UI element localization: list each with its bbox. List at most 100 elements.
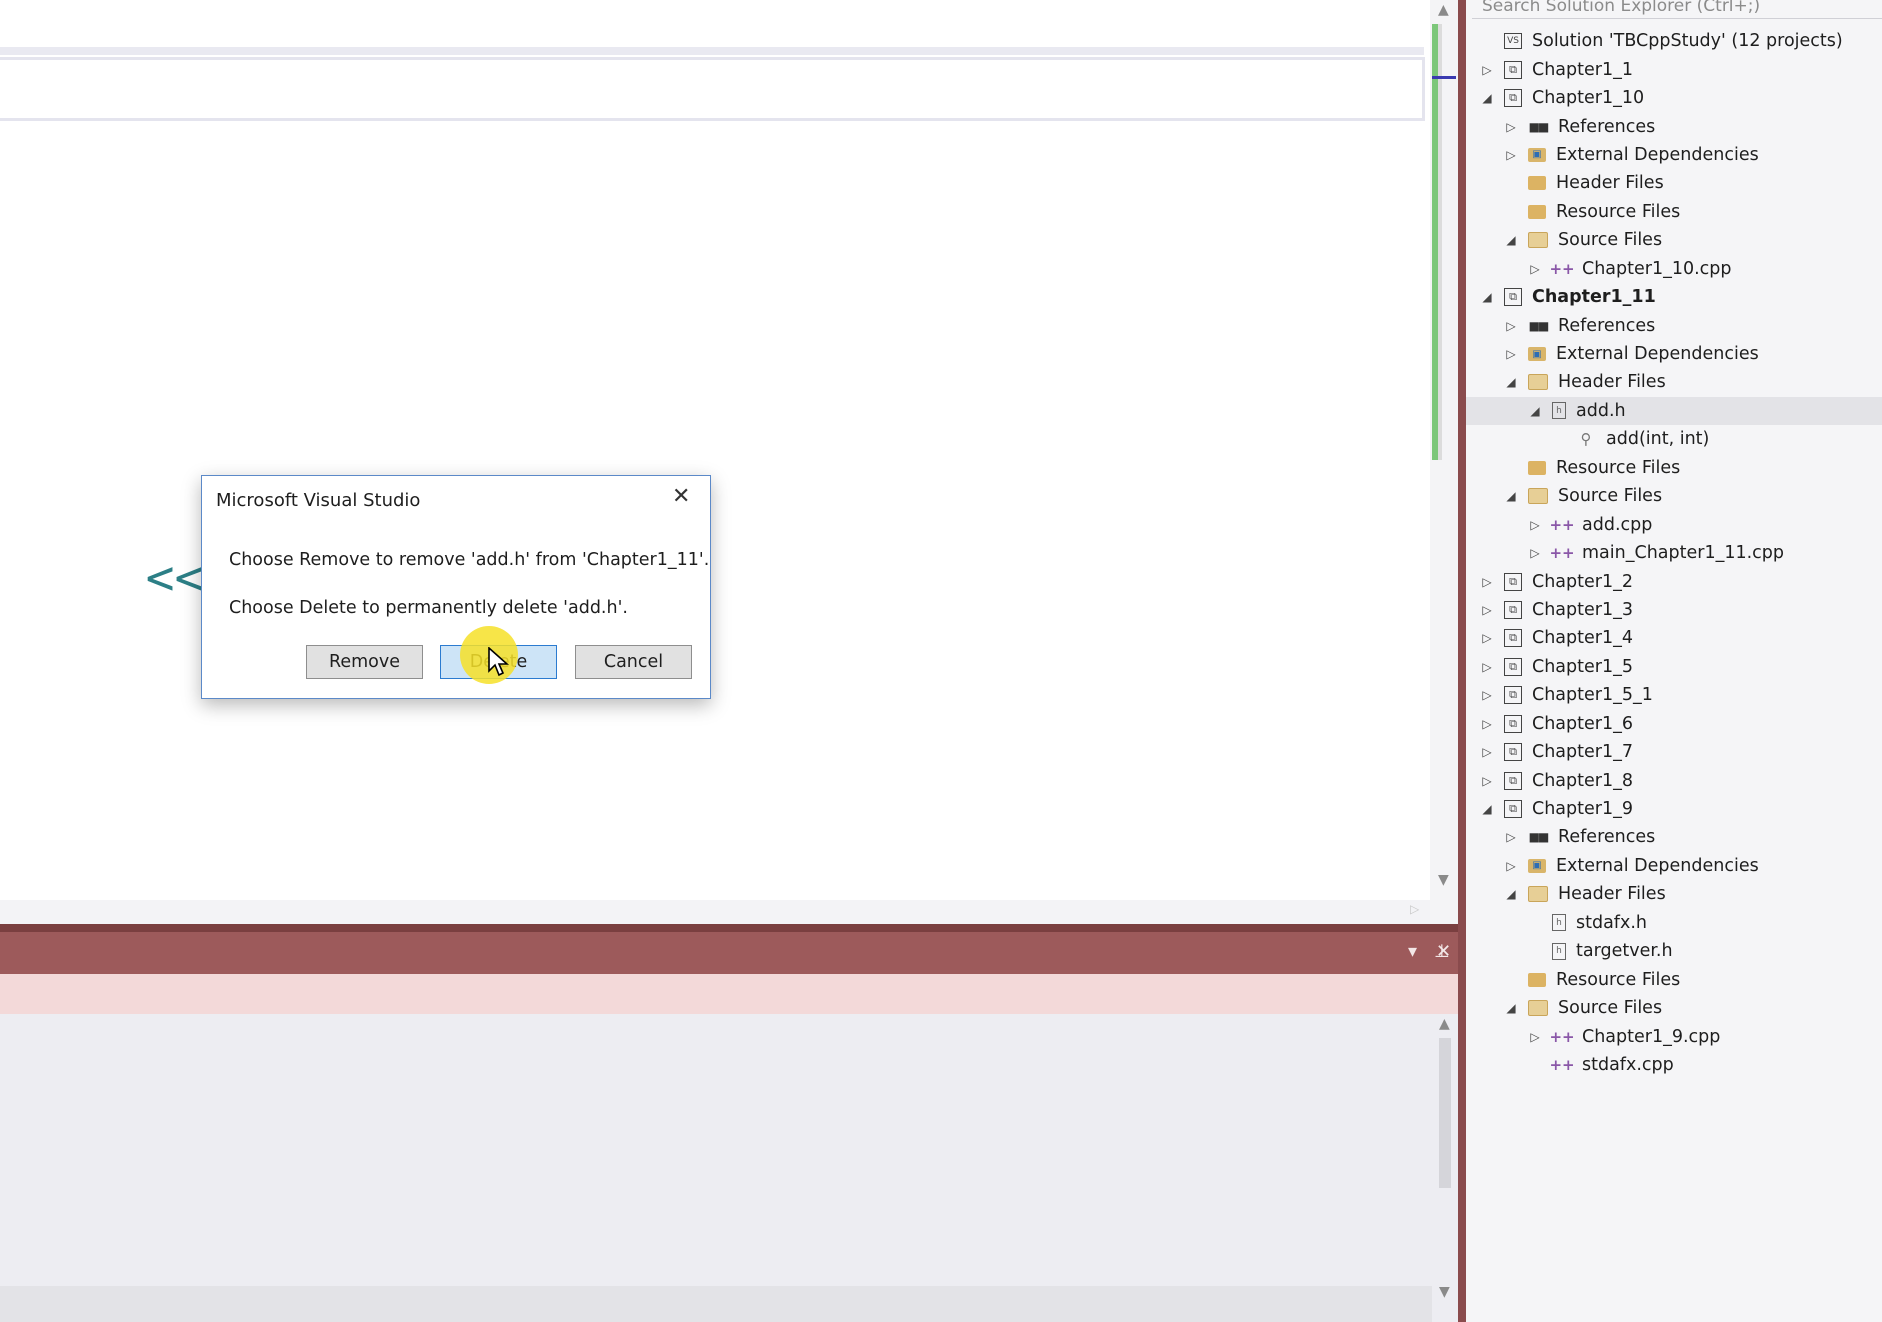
expand-arrow-icon[interactable]: ▷ [1480, 63, 1494, 77]
expand-arrow-icon[interactable]: ▷ [1504, 319, 1518, 333]
dialog-title: Microsoft Visual Studio [216, 490, 421, 511]
tree-item[interactable]: ▷ ⧉ Chapter1_6 [1466, 710, 1882, 738]
expand-arrow-icon[interactable]: ▷ [1504, 148, 1518, 162]
tree-item[interactable]: ▷ ⧉ Chapter1_3 [1466, 596, 1882, 624]
tree-item[interactable]: h stdafx.h [1466, 909, 1882, 937]
code-operator: << [145, 550, 204, 606]
project-icon: ⧉ [1504, 657, 1522, 676]
expand-arrow-icon[interactable]: ▷ [1480, 774, 1494, 788]
solution-search-input[interactable]: Search Solution Explorer (Ctrl+;) [1472, 0, 1882, 19]
tree-item[interactable]: ▷ ▣ External Dependencies [1466, 340, 1882, 368]
scroll-right-arrow-icon[interactable]: ▷ [1410, 902, 1419, 916]
tree-item-label: add.cpp [1582, 514, 1653, 535]
expand-arrow-icon[interactable]: ▷ [1528, 518, 1542, 532]
tree-item[interactable]: ▷ ++ add.cpp [1466, 510, 1882, 538]
tree-item[interactable]: ▷ ⧉ Chapter1_2 [1466, 567, 1882, 595]
collapse-arrow-icon[interactable]: ◢ [1504, 489, 1518, 503]
collapse-arrow-icon[interactable]: ◢ [1480, 290, 1494, 304]
vertical-splitter[interactable] [1458, 0, 1466, 1322]
tree-item[interactable]: ◢ Source Files [1466, 226, 1882, 254]
tree-item[interactable]: ◢ h add.h [1466, 396, 1882, 426]
code-editor[interactable]: <<end ▷ [0, 0, 1432, 924]
expand-arrow-icon[interactable]: ▷ [1480, 688, 1494, 702]
function-icon: ⚲ [1580, 430, 1592, 449]
collapse-arrow-icon[interactable]: ◢ [1480, 91, 1494, 105]
tree-item[interactable]: h targetver.h [1466, 937, 1882, 965]
tree-item[interactable]: ◢ Header Files [1466, 880, 1882, 908]
expand-arrow-icon[interactable]: ▷ [1480, 603, 1494, 617]
solution-tree: VS Solution 'TBCppStudy' (12 projects) ▷ ⧉ C… [1466, 27, 1882, 1079]
expand-arrow-icon[interactable]: ▷ [1504, 830, 1518, 844]
cancel-button[interactable]: Cancel [575, 645, 692, 679]
remove-button[interactable]: Remove [306, 645, 423, 679]
tree-item[interactable]: ◢ Source Files [1466, 482, 1882, 510]
expand-arrow-icon[interactable]: ▷ [1480, 745, 1494, 759]
tree-item[interactable]: ◢ ⧉ Chapter1_9 [1466, 795, 1882, 823]
tree-item[interactable]: ▷ ⧉ Chapter1_5 [1466, 653, 1882, 681]
editor-vertical-scrollbar[interactable]: ▲ ▼ [1430, 0, 1458, 924]
scrollbar-thumb[interactable] [1439, 1038, 1451, 1188]
close-icon[interactable]: ✕ [1436, 940, 1451, 964]
tree-item[interactable]: ▷ ⧉ Chapter1_5_1 [1466, 681, 1882, 709]
collapse-arrow-icon[interactable]: ◢ [1504, 887, 1518, 901]
close-icon[interactable]: ✕ [672, 484, 690, 509]
tree-item[interactable]: ▷ ■■ References [1466, 311, 1882, 339]
tree-item[interactable]: ◢ Source Files [1466, 994, 1882, 1022]
collapse-arrow-icon[interactable]: ◢ [1504, 233, 1518, 247]
folder-icon [1528, 176, 1546, 191]
collapse-arrow-icon[interactable]: ◢ [1504, 375, 1518, 389]
collapse-arrow-icon[interactable]: ◢ [1528, 404, 1542, 418]
tree-item[interactable]: ▷ ⧉ Chapter1_1 [1466, 55, 1882, 83]
tree-item[interactable]: VS Solution 'TBCppStudy' (12 projects) [1466, 27, 1882, 55]
scroll-up-arrow-icon[interactable]: ▲ [1439, 1016, 1450, 1032]
scroll-down-arrow-icon[interactable]: ▼ [1439, 1284, 1450, 1300]
tree-item[interactable]: ▷ ⧉ Chapter1_8 [1466, 766, 1882, 794]
tree-item[interactable]: ▷ ■■ References [1466, 823, 1882, 851]
tree-item[interactable]: Resource Files [1466, 965, 1882, 993]
expand-arrow-icon[interactable]: ▷ [1480, 575, 1494, 589]
collapse-arrow-icon[interactable]: ◢ [1480, 802, 1494, 816]
scroll-down-arrow-icon[interactable]: ▼ [1438, 872, 1449, 888]
tree-item-label: Chapter1_5 [1532, 656, 1633, 677]
folder-open-icon [1528, 488, 1548, 505]
tree-item[interactable]: ▷ ++ Chapter1_10.cpp [1466, 255, 1882, 283]
tree-item[interactable]: ◢ Header Files [1466, 368, 1882, 396]
expand-arrow-icon[interactable]: ▷ [1528, 262, 1542, 276]
editor-horizontal-scrollbar[interactable]: ▷ [0, 900, 1430, 924]
tree-item[interactable]: ▷ ⧉ Chapter1_4 [1466, 624, 1882, 652]
expand-arrow-icon[interactable]: ▷ [1480, 717, 1494, 731]
dropdown-arrow-icon[interactable]: ▾ [1408, 940, 1417, 964]
tree-item[interactable]: ▷ ▣ External Dependencies [1466, 852, 1882, 880]
expand-arrow-icon[interactable]: ▷ [1504, 859, 1518, 873]
tree-item[interactable]: ▷ ⧉ Chapter1_7 [1466, 738, 1882, 766]
collapse-arrow-icon[interactable]: ◢ [1504, 1001, 1518, 1015]
tree-item[interactable]: Resource Files [1466, 198, 1882, 226]
tree-item[interactable]: ▷ ▣ External Dependencies [1466, 141, 1882, 169]
expand-arrow-icon[interactable]: ▷ [1480, 660, 1494, 674]
expand-arrow-icon[interactable]: ▷ [1504, 347, 1518, 361]
folder-icon [1528, 204, 1546, 219]
solution-icon: VS [1504, 33, 1522, 50]
tree-item[interactable]: ++ stdafx.cpp [1466, 1051, 1882, 1079]
mouse-cursor-icon [488, 647, 510, 677]
tree-item[interactable]: ▷ ■■ References [1466, 112, 1882, 140]
tree-item[interactable]: ▷ ++ Chapter1_9.cpp [1466, 1022, 1882, 1050]
project-icon: ⧉ [1504, 288, 1522, 307]
tree-item-label: Resource Files [1556, 201, 1681, 222]
horizontal-splitter[interactable] [0, 924, 1460, 932]
tree-item-label: References [1558, 315, 1656, 336]
expand-arrow-icon[interactable]: ▷ [1528, 546, 1542, 560]
tree-item[interactable]: ⚲ add(int, int) [1466, 425, 1882, 453]
expand-arrow-icon[interactable]: ▷ [1528, 1030, 1542, 1044]
change-tracking-bar [1432, 24, 1438, 460]
tree-item[interactable]: Resource Files [1466, 454, 1882, 482]
tree-item[interactable]: ◢ ⧉ Chapter1_10 [1466, 84, 1882, 112]
tree-item[interactable]: ▷ ++ main_Chapter1_11.cpp [1466, 539, 1882, 567]
tree-item-label: Chapter1_5_1 [1532, 685, 1653, 706]
tree-item[interactable]: ◢ ⧉ Chapter1_11 [1466, 283, 1882, 311]
scroll-up-arrow-icon[interactable]: ▲ [1438, 2, 1449, 18]
expand-arrow-icon[interactable]: ▷ [1504, 120, 1518, 134]
tree-item[interactable]: Header Files [1466, 169, 1882, 197]
expand-arrow-icon[interactable]: ▷ [1480, 631, 1494, 645]
output-vertical-scrollbar[interactable]: ▲ ▼ [1432, 1014, 1458, 1322]
